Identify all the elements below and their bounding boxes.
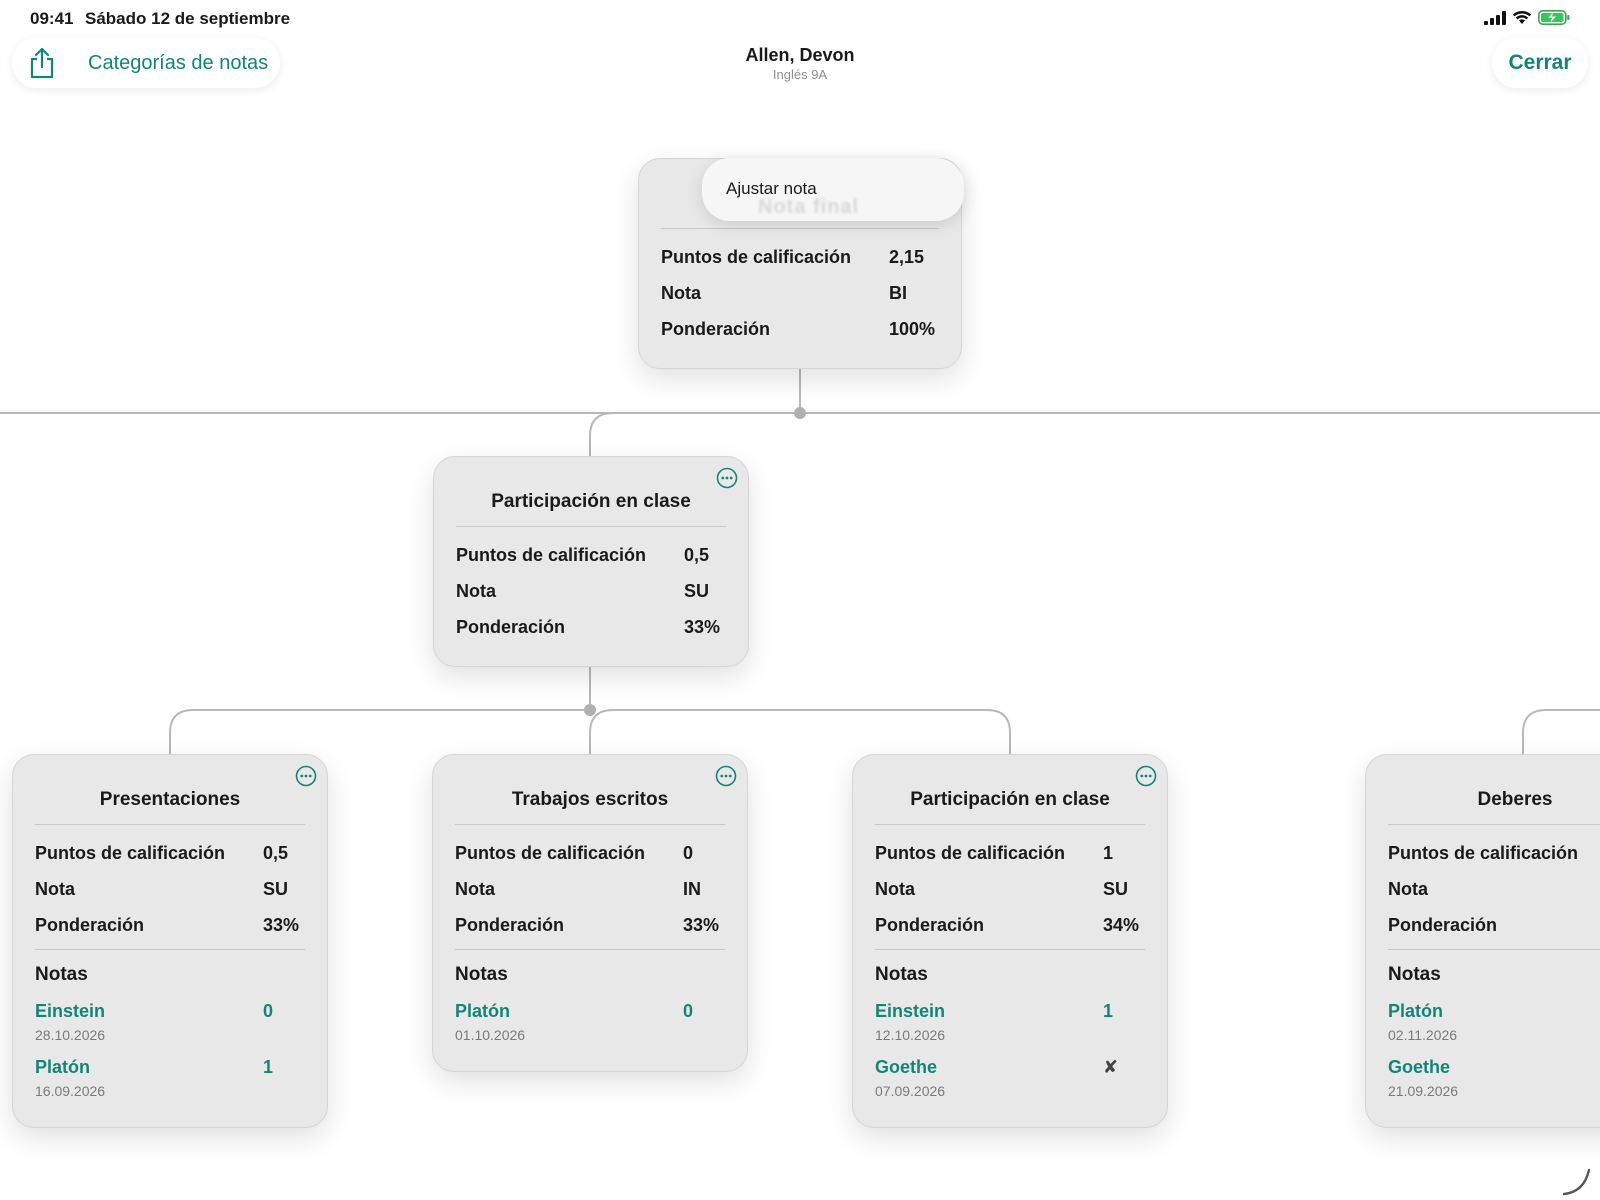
more-options-icon[interactable]	[1135, 765, 1157, 787]
row-label: Nota	[661, 283, 701, 303]
card-divider	[35, 824, 305, 825]
notes-heading: Notas	[35, 964, 88, 985]
scroll-corner-indicator	[1562, 1168, 1591, 1196]
category-card-participation-child[interactable]: Participación en clase Puntos de calific…	[852, 754, 1168, 1128]
row-label: Nota	[875, 879, 915, 899]
card-title: Participación en clase	[491, 491, 691, 512]
more-options-icon[interactable]	[295, 765, 317, 787]
note-link[interactable]: Goethe	[1388, 1057, 1450, 1078]
row-label: Ponderación	[455, 915, 565, 935]
row-label: Ponderación	[875, 915, 985, 935]
row-value: 0	[683, 843, 694, 863]
card-title: Trabajos escritos	[511, 789, 669, 810]
row-value: BI	[889, 283, 907, 303]
note-date: 02.11.2026	[1388, 1027, 1458, 1043]
row-value: SU	[684, 581, 710, 601]
row-label: Puntos de calificación	[455, 843, 646, 863]
note-value[interactable]: 1	[263, 1057, 273, 1078]
row-label: Ponderación	[661, 319, 771, 339]
row-label: Nota	[35, 879, 75, 899]
row-label: Nota	[456, 581, 496, 601]
row-value: 0,5	[263, 843, 289, 863]
card-divider	[875, 824, 1145, 825]
row-value: 2,15	[889, 247, 925, 267]
note-date: 16.09.2026	[35, 1083, 106, 1099]
more-options-icon[interactable]	[716, 467, 738, 489]
row-label: Nota	[455, 879, 495, 899]
card-title: Deberes	[1477, 789, 1553, 810]
note-date: 28.10.2026	[35, 1027, 106, 1043]
card-divider	[456, 526, 726, 527]
card-title: Participación en clase	[910, 789, 1110, 810]
note-value[interactable]: 0	[263, 1001, 273, 1022]
blurred-card-title: Nota final	[758, 196, 860, 218]
notes-heading: Notas	[1388, 964, 1441, 985]
row-value: 1	[1103, 843, 1114, 863]
row-label: Puntos de calificación	[875, 843, 1066, 863]
card-divider	[455, 824, 725, 825]
notes-heading: Notas	[875, 964, 928, 985]
row-value: IN	[683, 879, 701, 899]
row-value: 33%	[683, 915, 720, 935]
card-divider	[455, 949, 725, 950]
row-label: Ponderación	[35, 915, 145, 935]
row-label: Nota	[1388, 879, 1428, 899]
row-value: 100%	[889, 319, 936, 339]
category-card-participation[interactable]: Participación en clase Puntos de calific…	[433, 456, 749, 667]
row-value: SU	[1103, 879, 1129, 899]
note-link[interactable]: Platón	[455, 1001, 510, 1022]
note-date: 12.10.2026	[875, 1027, 946, 1043]
row-label: Puntos de calificación	[35, 843, 226, 863]
note-link[interactable]: Einstein	[35, 1001, 105, 1022]
row-value: 34%	[1103, 915, 1140, 935]
note-date: 21.09.2026	[1388, 1083, 1459, 1099]
card-divider	[875, 949, 1145, 950]
note-link[interactable]: Goethe	[875, 1057, 937, 1078]
note-date: 01.10.2026	[455, 1027, 526, 1043]
note-date: 07.09.2026	[875, 1083, 946, 1099]
note-link[interactable]: Platón	[1388, 1001, 1443, 1022]
row-value: 0,5	[684, 545, 710, 565]
note-value[interactable]: 0	[683, 1001, 693, 1022]
context-menu: Ajustar nota Nota final	[702, 158, 964, 221]
card-divider	[1388, 824, 1600, 825]
row-value: SU	[263, 879, 289, 899]
row-label: Puntos de calificación	[456, 545, 647, 565]
note-link[interactable]: Platón	[35, 1057, 90, 1078]
row-label: Ponderación	[456, 617, 566, 637]
note-value[interactable]: 1	[1103, 1001, 1113, 1022]
card-divider	[35, 949, 305, 950]
row-value: 33%	[263, 915, 300, 935]
row-label: Puntos de calificación	[1388, 843, 1579, 863]
notes-heading: Notas	[455, 964, 508, 985]
category-card-presentations[interactable]: Presentaciones Puntos de calificación 0,…	[12, 754, 328, 1128]
card-divider	[1388, 949, 1600, 950]
note-link[interactable]: Einstein	[875, 1001, 945, 1022]
more-options-icon[interactable]	[715, 765, 737, 787]
row-label: Ponderación	[1388, 915, 1498, 935]
row-value: 33%	[684, 617, 721, 637]
missing-grade-mark[interactable]: ✘	[1103, 1057, 1118, 1078]
row-label: Puntos de calificación	[661, 247, 852, 267]
category-card-homework[interactable]: Deberes Puntos de calificación Nota Pond…	[1365, 754, 1600, 1128]
category-card-written-work[interactable]: Trabajos escritos Puntos de calificación…	[432, 754, 748, 1072]
card-divider	[661, 228, 939, 229]
card-title: Presentaciones	[99, 789, 241, 810]
